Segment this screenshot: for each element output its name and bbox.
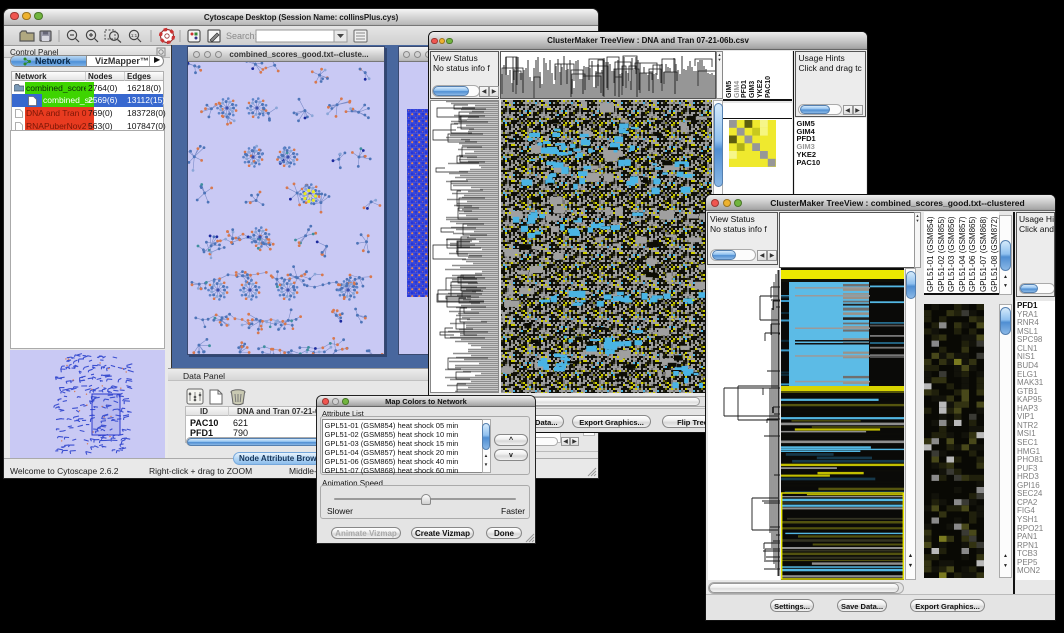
svg-text:Search:: Search: — [226, 31, 257, 41]
svg-text:1:1: 1:1 — [131, 33, 138, 38]
